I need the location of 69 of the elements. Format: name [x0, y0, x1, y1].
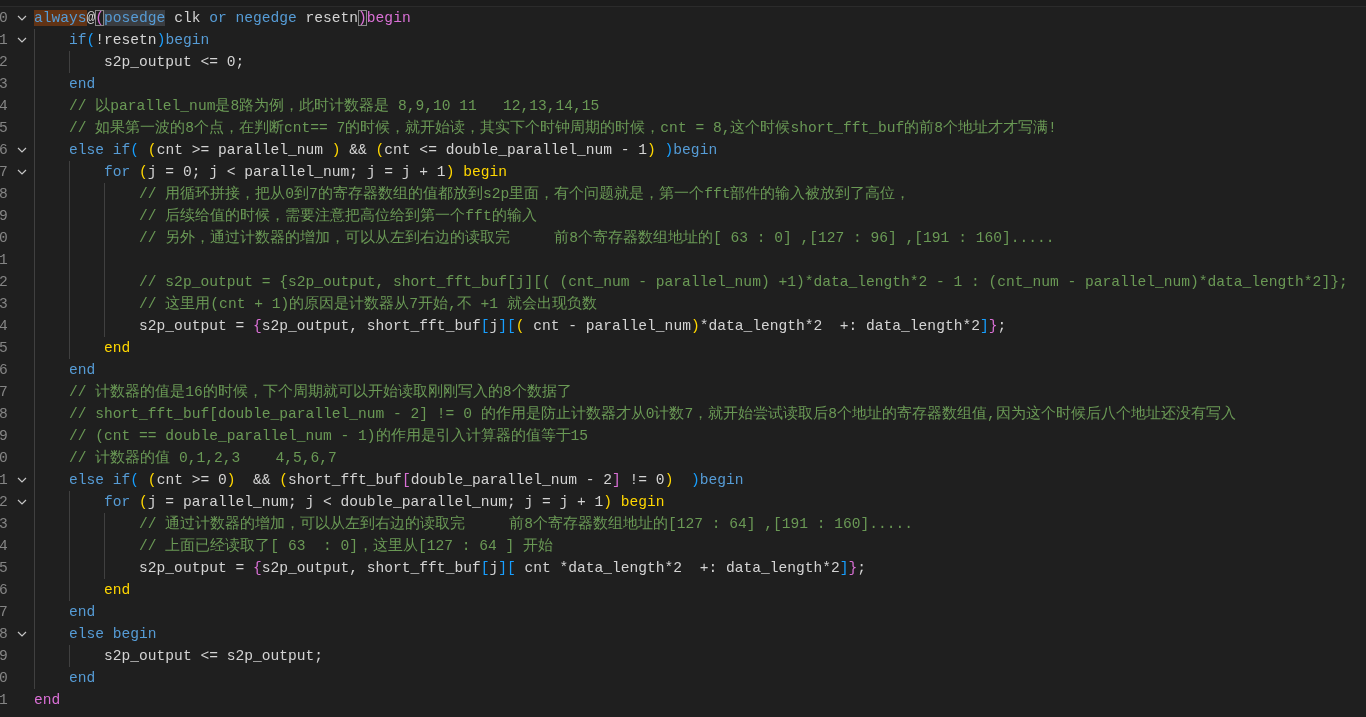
- line-number: 5: [0, 340, 9, 356]
- code-line: end: [68, 669, 96, 688]
- line-number: 0: [0, 450, 9, 466]
- code-line: s2p_output <= s2p_output;: [103, 647, 323, 666]
- line-number: 4: [0, 538, 9, 554]
- code-line: end: [68, 361, 96, 380]
- line-number: 7: [0, 384, 9, 400]
- line-number: 1: [0, 472, 9, 488]
- code-line: end: [68, 603, 96, 622]
- line-number: 4: [0, 98, 9, 114]
- code-line: // 后续给值的时候，需要注意把高位给到第一个fft的输入: [138, 206, 537, 226]
- line-number: 1: [0, 32, 9, 48]
- code-line: else if( (cnt >= parallel_num ) && (cnt <= double_parallel_num - 1) )begin: [68, 141, 718, 160]
- line-number: 6: [0, 582, 9, 598]
- line-number: 9: [0, 208, 9, 224]
- code-line: // 计数器的值 0,1,2,3 4,5,6,7: [68, 448, 337, 468]
- line-number: 8: [0, 186, 9, 202]
- code-line: // 计数器的值是16的时候，下个周期就可以开始读取刚刚写入的8个数据了: [68, 382, 572, 402]
- code-line: // (cnt == double_parallel_num - 1)的作用是引入计算器的值等于15: [68, 426, 589, 446]
- chevron-down-icon[interactable]: [16, 477, 27, 483]
- code-line: // 另外，通过计数器的增加，可以从左到右边的读取完 前8个寄存器数组地址的[ 63 : 0] ,[127 : 96] ,[191 : 160].....: [138, 228, 1055, 248]
- code-line: s2p_output = {s2p_output, short_fft_buf[j][( cnt - parallel_num)*data_length*2 +: data_length*2]};: [138, 317, 1007, 336]
- line-number: 6: [0, 142, 9, 158]
- code-line: s2p_output <= 0;: [103, 53, 245, 72]
- line-number: 0: [0, 10, 9, 26]
- code-line: end: [34, 691, 61, 710]
- chevron-down-icon[interactable]: [16, 147, 27, 153]
- chevron-down-icon[interactable]: [16, 169, 27, 175]
- code-line: for (j = 0; j < parallel_num; j = j + 1) begin: [103, 163, 507, 182]
- chevron-down-icon[interactable]: [16, 37, 27, 43]
- line-number: 2: [0, 274, 9, 290]
- line-number: 9: [0, 648, 9, 664]
- code-line: // 用循环拼接，把从0到7的寄存器数组的值都放到s2p里面，有个问题就是，第一个fft部件的输入被放到了高位，: [138, 184, 911, 204]
- line-number: 1: [0, 252, 9, 268]
- code-line: for (j = parallel_num; j < double_parallel_num; j = j + 1) begin: [103, 493, 665, 512]
- line-number: 2: [0, 494, 9, 510]
- line-number: 0: [0, 230, 9, 246]
- line-number: 8: [0, 626, 9, 642]
- code-line: // short_fft_buf[double_parallel_num - 2] != 0 的作用是防止计数器才从0计数7，就开始尝试读取后8个地址的寄存器数组值,因为这个时候后八个地址还没有写入: [68, 404, 1236, 424]
- code-line: s2p_output = {s2p_output, short_fft_buf[j][ cnt *data_length*2 +: data_length*2]};: [138, 559, 867, 578]
- code-line: end: [68, 75, 96, 94]
- line-number: 3: [0, 516, 9, 532]
- line-number: 8: [0, 406, 9, 422]
- line-number: 7: [0, 164, 9, 180]
- line-number: 9: [0, 428, 9, 444]
- line-number: 2: [0, 54, 9, 70]
- code-line: // 以parallel_num是8路为例，此时计数器是 8,9,10 11 12,13,14,15: [68, 96, 600, 116]
- code-line: if(!resetn)begin: [68, 31, 210, 50]
- code-line: // 通过计数器的增加，可以从左到右边的读取完 前8个寄存器数组地址的[127 : 64] ,[191 : 160].....: [138, 514, 914, 534]
- line-number: 4: [0, 318, 9, 334]
- code-line: // 如果第一波的8个点，在判断cnt== 7的时候，就开始读，其实下个时钟周期的时候，cnt = 8,这个时候short_fft_buf的前8个地址才才写满!: [68, 118, 1057, 138]
- code-line: else if( (cnt >= 0) && (short_fft_buf[double_parallel_num - 2] != 0) )begin: [68, 471, 744, 490]
- line-number: 5: [0, 560, 9, 576]
- line-number: 0: [0, 670, 9, 686]
- line-number: 1: [0, 692, 9, 708]
- code-line: else begin: [68, 625, 157, 644]
- line-number: 7: [0, 604, 9, 620]
- line-number: 3: [0, 296, 9, 312]
- chevron-down-icon[interactable]: [16, 499, 27, 505]
- code-line: // s2p_output = {s2p_output, short_fft_buf[j][( (cnt_num - parallel_num) +1)*data_length*2 - 1 : (cnt_num - parallel_num)*data_length*2]};: [138, 273, 1348, 292]
- code-line: end: [103, 339, 131, 358]
- line-number: 6: [0, 362, 9, 378]
- code-line: end: [103, 581, 131, 600]
- line-number: 3: [0, 76, 9, 92]
- chevron-down-icon[interactable]: [16, 15, 27, 21]
- code-line: // 这里用(cnt + 1)的原因是计数器从7开始,不 +1 就会出现负数: [138, 294, 597, 314]
- chevron-down-icon[interactable]: [16, 631, 27, 637]
- code-line: // 上面已经读取了[ 63 : 0]，这里从[127 : 64 ] 开始: [138, 536, 554, 556]
- line-number: 5: [0, 120, 9, 136]
